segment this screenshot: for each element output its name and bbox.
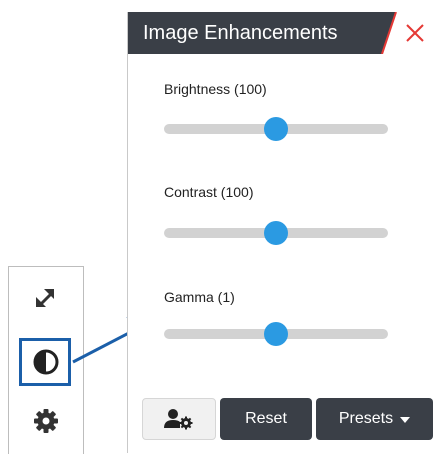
panel-header: Image Enhancements xyxy=(128,12,437,54)
user-settings-button[interactable] xyxy=(142,398,216,440)
brightness-track[interactable] xyxy=(164,117,388,141)
contrast-label: Contrast (100) xyxy=(164,184,254,200)
brightness-label: Brightness (100) xyxy=(164,81,267,97)
reset-button[interactable]: Reset xyxy=(220,398,312,440)
reset-label: Reset xyxy=(245,410,287,427)
fullscreen-button[interactable] xyxy=(9,269,83,329)
gamma-thumb[interactable] xyxy=(264,322,288,346)
left-toolbar xyxy=(8,266,84,454)
gamma-label: Gamma (1) xyxy=(164,289,235,305)
selection-highlight xyxy=(19,338,71,386)
expand-icon xyxy=(36,289,54,307)
brightness-slider-group: Brightness (100) xyxy=(164,80,390,141)
image-enhancements-button[interactable] xyxy=(9,332,83,392)
gamma-track[interactable] xyxy=(164,322,388,346)
presets-dropdown[interactable]: Presets xyxy=(316,398,433,440)
close-button[interactable] xyxy=(399,18,431,48)
presets-label: Presets xyxy=(338,410,394,427)
close-icon xyxy=(406,24,424,42)
contrast-slider-group: Contrast (100) xyxy=(164,183,390,245)
caret-down-icon xyxy=(400,417,411,423)
user-gear-icon xyxy=(164,409,193,430)
gear-icon xyxy=(34,409,58,433)
gamma-slider-group: Gamma (1) xyxy=(164,288,390,346)
brightness-thumb[interactable] xyxy=(264,117,288,141)
settings-button[interactable] xyxy=(9,391,83,451)
image-enhancements-panel: Image Enhancements Brightness (100) Cont… xyxy=(127,12,437,453)
contrast-thumb[interactable] xyxy=(264,221,288,245)
panel-title: Image Enhancements xyxy=(143,22,338,44)
contrast-track[interactable] xyxy=(164,221,388,245)
